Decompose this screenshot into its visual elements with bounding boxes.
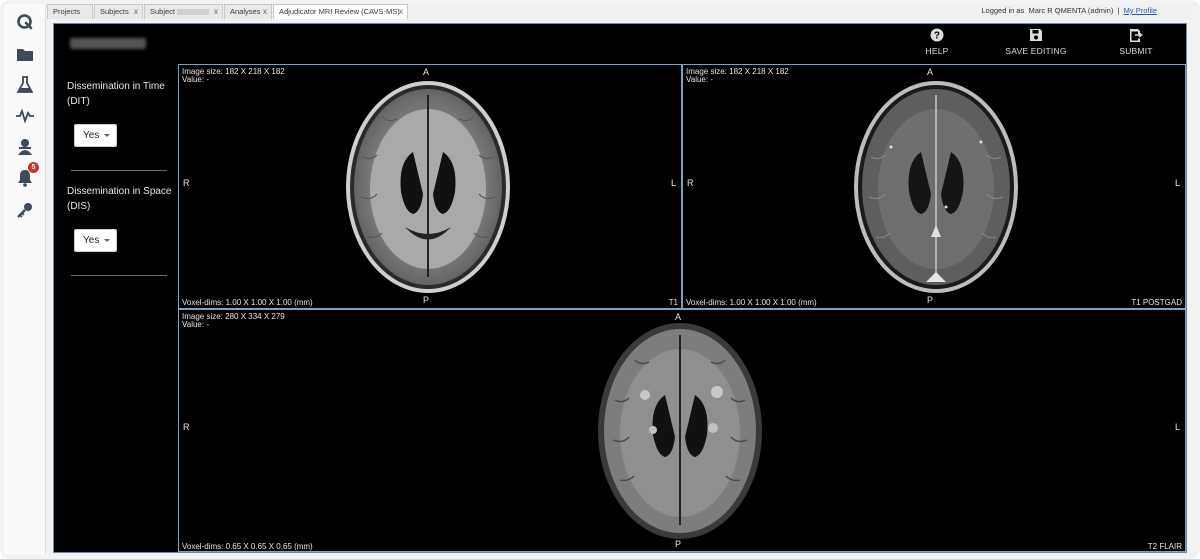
svg-text:?: ?: [934, 31, 940, 42]
viewer-t1[interactable]: Image size: 182 X 218 X 182 Value: - A P…: [178, 64, 682, 309]
tab-analyses[interactable]: Analyses x: [224, 4, 272, 19]
folder-icon[interactable]: [15, 44, 35, 64]
pulse-icon[interactable]: [15, 106, 35, 126]
redacted-subject-id: [177, 9, 210, 16]
tab-label: Subjects: [100, 7, 129, 16]
dis-select[interactable]: Yes: [74, 229, 117, 252]
save-editing-button[interactable]: SAVE EDITING: [1000, 28, 1072, 56]
tab-label: Subject: [150, 7, 176, 16]
voxel-dims-text: Voxel-dims: 0.65 X 0.65 X 0.65 (mm): [182, 542, 313, 551]
my-profile-link[interactable]: My Profile: [1124, 6, 1157, 15]
voxel-dims-text: Voxel-dims: 1.00 X 1.00 X 1.00 (mm): [686, 298, 817, 307]
app-window: 5 Projects Subjects x Subject x Analyses…: [0, 0, 1200, 559]
close-icon[interactable]: x: [214, 5, 218, 19]
help-icon: ?: [930, 28, 944, 42]
assessment-panel: Dissemination in Time (DIT) Yes Dissemin…: [54, 64, 178, 552]
tab-label: Analyses: [230, 7, 261, 16]
dis-question-label: Dissemination in Space (DIS): [67, 186, 172, 212]
submit-icon: [1130, 29, 1143, 42]
chevron-down-icon: [104, 239, 110, 242]
brain-mri-image: [598, 323, 762, 539]
login-prefix: Logged in as: [981, 6, 1025, 15]
tab-subject[interactable]: Subject x: [144, 4, 223, 19]
left-nav-rail: 5: [4, 4, 46, 555]
sequence-label: T2 FLAIR: [1147, 542, 1182, 551]
dit-select-value: Yes: [83, 130, 100, 141]
brain-mri-image: [346, 81, 510, 293]
tab-subjects[interactable]: Subjects x: [94, 4, 143, 19]
notification-badge: 5: [28, 162, 39, 173]
sequence-label: T1: [668, 298, 678, 307]
orientation-right: R: [183, 178, 190, 188]
login-user: Marc R QMENTA (admin): [1028, 6, 1114, 15]
tab-label: Adjudicator MRI Review (CAVS-MS): [279, 7, 400, 16]
flask-icon[interactable]: [15, 75, 35, 95]
viewer-t2-flair[interactable]: Image size: 280 X 334 X 279 Value: - A P…: [178, 309, 1186, 552]
login-separator: |: [1117, 6, 1120, 15]
tab-adjudicator-mri-review[interactable]: Adjudicator MRI Review (CAVS-MS) x: [273, 4, 408, 19]
orientation-right: R: [687, 178, 694, 188]
dit-select[interactable]: Yes: [74, 124, 117, 147]
save-editing-label: SAVE EDITING: [1005, 46, 1067, 56]
tab-bar: Projects Subjects x Subject x Analyses x…: [47, 4, 1193, 20]
help-button[interactable]: ? HELP: [918, 28, 956, 56]
mri-review-app: ? HELP SAVE EDITING SUBMIT Dissemination…: [53, 23, 1187, 553]
chevron-down-icon: [104, 134, 110, 137]
app-header: ? HELP SAVE EDITING SUBMIT: [54, 24, 1186, 64]
brain-mri-image: [854, 81, 1018, 293]
login-status: Logged in as Marc R QMENTA (admin) | My …: [981, 4, 1157, 18]
key-icon[interactable]: [15, 200, 35, 220]
viewer-t1-postgad[interactable]: Image size: 182 X 218 X 182 Value: - A P…: [682, 64, 1186, 309]
orientation-right: R: [183, 422, 190, 432]
submit-label: SUBMIT: [1119, 46, 1153, 56]
submit-button[interactable]: SUBMIT: [1114, 28, 1158, 56]
help-label: HELP: [925, 46, 949, 56]
user-icon[interactable]: [15, 137, 35, 157]
voxel-dims-text: Voxel-dims: 1.00 X 1.00 X 1.00 (mm): [182, 298, 313, 307]
close-icon[interactable]: x: [134, 5, 138, 19]
bell-icon[interactable]: 5: [15, 162, 39, 188]
value-text: Value: -: [182, 75, 209, 84]
dit-question-label: Dissemination in Time (DIT): [67, 81, 165, 107]
divider: [71, 275, 167, 276]
value-text: Value: -: [686, 75, 713, 84]
divider: [71, 170, 167, 171]
orientation-left: L: [1175, 178, 1181, 188]
tab-label: Projects: [53, 7, 81, 16]
close-icon[interactable]: x: [399, 5, 403, 19]
orientation-left: L: [671, 178, 677, 188]
dis-select-value: Yes: [83, 235, 100, 246]
save-icon: [1030, 29, 1042, 41]
qmenta-logo-icon[interactable]: [15, 12, 35, 32]
close-icon[interactable]: x: [263, 5, 267, 19]
orientation-anterior: A: [927, 67, 934, 77]
redacted-subject-title: [70, 38, 146, 49]
orientation-left: L: [1175, 422, 1181, 432]
orientation-anterior: A: [423, 67, 430, 77]
sequence-label: T1 POSTGAD: [1131, 298, 1182, 307]
tab-projects[interactable]: Projects: [47, 4, 93, 19]
value-text: Value: -: [182, 320, 209, 329]
